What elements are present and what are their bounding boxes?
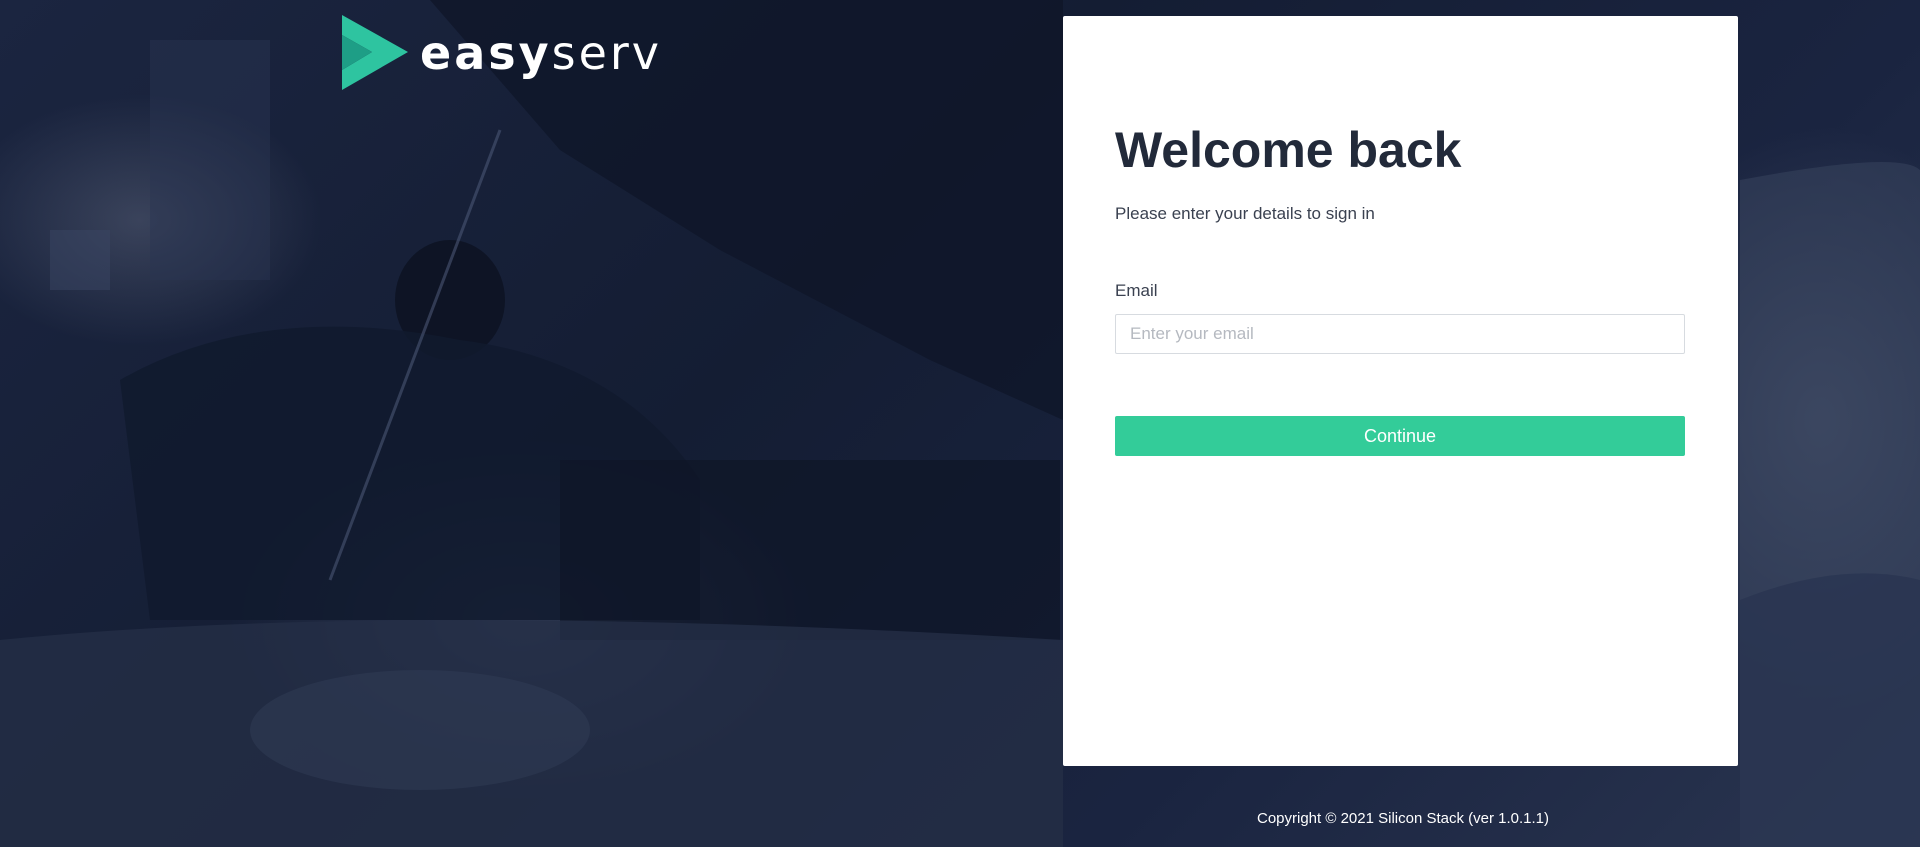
page-title: Welcome back <box>1115 122 1462 178</box>
login-subtitle: Please enter your details to sign in <box>1115 204 1375 223</box>
email-label: Email <box>1115 281 1158 300</box>
brand-logo-icon <box>342 15 408 90</box>
continue-button[interactable]: Continue <box>1115 416 1685 456</box>
email-field[interactable] <box>1115 314 1685 354</box>
brand-logo: easyserv <box>342 15 662 90</box>
brand-name-thin: serv <box>551 25 663 80</box>
brand-name-bold: easy <box>420 25 552 80</box>
copyright-footer: Copyright © 2021 Silicon Stack (ver 1.0.… <box>1257 810 1550 827</box>
login-card: Welcome back Please enter your details t… <box>1063 16 1738 766</box>
brand-wordmark: easyserv <box>420 30 662 76</box>
